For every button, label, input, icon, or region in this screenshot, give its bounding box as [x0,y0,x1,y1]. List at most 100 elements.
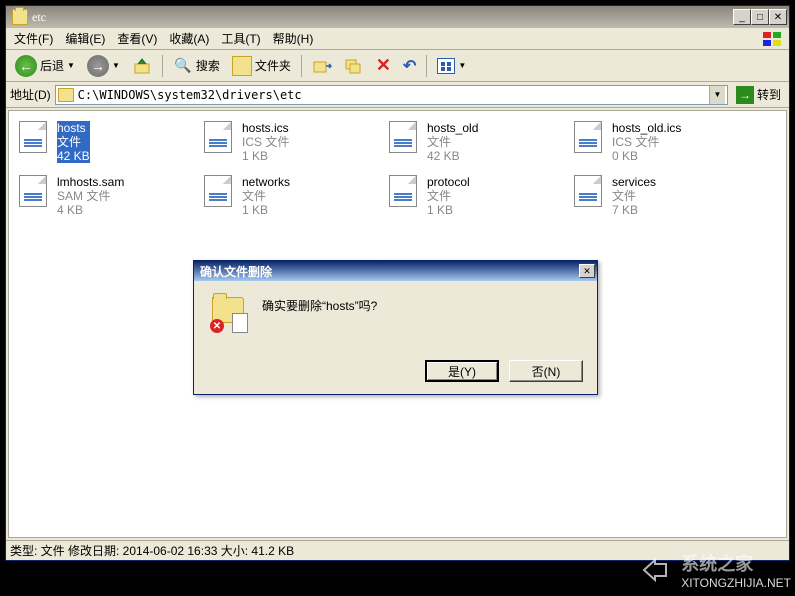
undo-icon: ↶ [403,56,416,76]
file-item[interactable]: hosts_old文件42 KB [385,117,570,171]
dialog-titlebar[interactable]: 确认文件删除 ✕ [194,261,597,281]
search-icon: 🔍 [173,56,193,76]
undo-button[interactable]: ↶ [398,53,421,79]
folders-button[interactable]: 文件夹 [227,53,296,79]
addressbar: 地址(D) C:\WINDOWS\system32\drivers\etc ▼ … [6,82,789,108]
address-dropdown[interactable]: ▼ [709,86,725,104]
file-info: hosts_old文件42 KB [427,121,478,163]
menu-favorites[interactable]: 收藏(A) [163,28,215,49]
chevron-down-icon: ▼ [458,61,466,70]
menu-tools[interactable]: 工具(T) [215,28,266,49]
folders-label: 文件夹 [255,57,291,74]
forward-icon: → [87,55,109,77]
menu-file[interactable]: 文件(F) [8,28,59,49]
file-icon [204,175,236,207]
file-item[interactable]: networks文件1 KB [200,171,385,225]
file-type: 文件 [57,135,90,149]
file-item[interactable]: hosts_old.icsICS 文件0 KB [570,117,755,171]
dialog-close-button[interactable]: ✕ [579,264,595,278]
file-info: hosts文件42 KB [57,121,90,163]
separator [301,55,302,77]
copy-to-button[interactable] [339,53,369,79]
file-item[interactable]: lmhosts.samSAM 文件4 KB [15,171,200,225]
delete-button[interactable]: ✕ [371,52,396,79]
folder-icon [58,88,74,102]
file-info: hosts_old.icsICS 文件0 KB [612,121,681,163]
search-button[interactable]: 🔍 搜索 [168,53,225,79]
file-type: 文件 [612,189,656,203]
windows-logo-icon [761,30,785,48]
folder-up-icon [132,56,152,76]
yes-button[interactable]: 是(Y) [425,360,499,382]
file-name: hosts.ics [242,121,289,135]
file-name: networks [242,175,290,189]
file-name: services [612,175,656,189]
menubar: 文件(F) 编辑(E) 查看(V) 收藏(A) 工具(T) 帮助(H) [6,28,789,50]
file-item[interactable]: services文件7 KB [570,171,755,225]
file-info: services文件7 KB [612,175,656,217]
dialog-message: 确实要删除“hosts”吗? [262,293,377,314]
titlebar[interactable]: etc _ □ ✕ [6,6,789,28]
file-info: networks文件1 KB [242,175,290,217]
back-label: 后退 [40,57,64,74]
file-info: lmhosts.samSAM 文件4 KB [57,175,124,217]
move-to-icon [312,56,332,76]
file-icon [389,175,421,207]
go-arrow-icon: → [736,86,754,104]
file-size: 4 KB [57,203,124,217]
file-type: 文件 [427,189,470,203]
file-icon [204,121,236,153]
dialog-body: ✕ 确实要删除“hosts”吗? [194,281,597,345]
go-label: 转到 [757,86,781,103]
address-input[interactable]: C:\WINDOWS\system32\drivers\etc ▼ [55,85,728,105]
confirm-delete-dialog: 确认文件删除 ✕ ✕ 确实要删除“hosts”吗? 是(Y) 否(N) [193,260,598,395]
delete-file-icon: ✕ [210,293,250,333]
watermark-logo-icon [641,553,675,587]
file-name: hosts_old.ics [612,121,681,135]
file-icon [574,121,606,153]
file-icon [389,121,421,153]
search-label: 搜索 [196,57,220,74]
file-grid: hosts文件42 KBhosts.icsICS 文件1 KBhosts_old… [9,111,786,231]
file-icon [19,175,51,207]
file-item[interactable]: hosts.icsICS 文件1 KB [200,117,385,171]
file-type: 文件 [242,189,290,203]
maximize-button[interactable]: □ [751,9,769,25]
file-size: 1 KB [427,203,470,217]
menu-edit[interactable]: 编辑(E) [59,28,111,49]
file-item[interactable]: hosts文件42 KB [15,117,200,171]
watermark-text-cn: 系统之家 [681,550,791,576]
file-size: 42 KB [57,149,90,163]
chevron-down-icon: ▼ [112,61,120,70]
window-title: etc [32,10,733,25]
address-path: C:\WINDOWS\system32\drivers\etc [78,88,709,102]
file-size: 0 KB [612,149,681,163]
menu-view[interactable]: 查看(V) [111,28,163,49]
back-icon: ← [15,55,37,77]
chevron-down-icon: ▼ [67,61,75,70]
file-icon [574,175,606,207]
up-button[interactable] [127,53,157,79]
window-controls: _ □ ✕ [733,9,787,25]
dialog-buttons: 是(Y) 否(N) [425,360,583,382]
views-button[interactable]: ▼ [432,55,471,77]
file-type: ICS 文件 [242,135,289,149]
close-button[interactable]: ✕ [769,9,787,25]
forward-button[interactable]: → ▼ [82,52,125,80]
no-button[interactable]: 否(N) [509,360,583,382]
file-info: protocol文件1 KB [427,175,470,217]
watermark: 系统之家 XITONGZHIJIA.NET [641,550,791,590]
file-size: 42 KB [427,149,478,163]
file-item[interactable]: protocol文件1 KB [385,171,570,225]
folder-icon [12,9,28,25]
minimize-button[interactable]: _ [733,9,751,25]
menu-help[interactable]: 帮助(H) [267,28,320,49]
go-button[interactable]: → 转到 [732,85,785,105]
status-text: 类型: 文件 修改日期: 2014-06-02 16:33 大小: 41.2 K… [10,542,294,559]
back-button[interactable]: ← 后退 ▼ [10,52,80,80]
file-name: hosts_old [427,121,478,135]
copy-to-icon [344,56,364,76]
move-to-button[interactable] [307,53,337,79]
file-name: protocol [427,175,470,189]
file-size: 1 KB [242,149,289,163]
